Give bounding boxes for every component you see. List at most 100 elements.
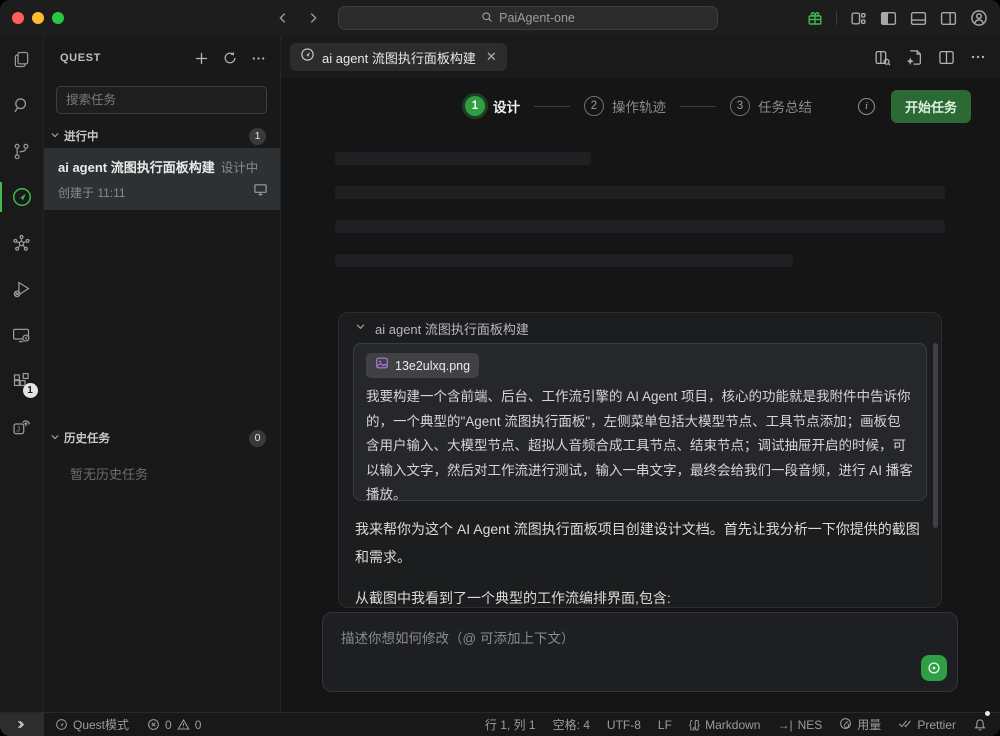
minimize-window-button[interactable] xyxy=(32,12,44,24)
remote-explorer-icon[interactable] xyxy=(0,312,44,358)
skeleton-bar xyxy=(335,220,945,233)
card-collapse-header[interactable]: ai agent 流图执行面板构建 xyxy=(339,313,941,343)
skeleton-bar xyxy=(335,152,591,165)
close-window-button[interactable] xyxy=(12,12,24,24)
zoom-window-button[interactable] xyxy=(52,12,64,24)
task-created-time: 创建于 11:11 xyxy=(58,184,253,201)
usage-status[interactable]: 用量 xyxy=(832,713,888,736)
split-editor-icon[interactable] xyxy=(938,49,955,66)
svg-text:J: J xyxy=(16,424,20,433)
chevron-down-icon xyxy=(355,319,366,337)
progress-steps: 1 设计 2 操作轨迹 3 任务总结 i 开始任务 xyxy=(465,78,971,134)
task-search-input[interactable] xyxy=(56,86,267,114)
sidebar-title: QUEST xyxy=(60,52,194,64)
notification-dot xyxy=(985,711,990,716)
chevron-down-icon xyxy=(50,429,60,447)
remote-indicator[interactable] xyxy=(0,713,44,736)
skeleton-bar xyxy=(335,186,945,199)
step-number: 2 xyxy=(584,96,604,116)
monitor-icon[interactable] xyxy=(253,182,268,202)
section-history[interactable]: 历史任务 0 xyxy=(44,426,280,450)
formatter-status[interactable]: Prettier xyxy=(891,713,963,736)
quest-panel-icon[interactable] xyxy=(0,174,44,220)
back-icon[interactable] xyxy=(276,11,290,25)
extensions-icon[interactable]: 1 xyxy=(0,358,44,404)
cloud-sync-icon[interactable]: J xyxy=(0,404,44,450)
section-label: 进行中 xyxy=(64,128,245,144)
task-title: ai agent 流图执行面板构建 xyxy=(58,157,215,176)
attachment-chip[interactable]: 13e2ulxq.png xyxy=(366,353,479,378)
more-actions-icon[interactable] xyxy=(970,49,986,65)
toggle-primary-sidebar-icon[interactable] xyxy=(880,10,897,27)
braces-icon: {ʆ} xyxy=(689,719,700,731)
step-label: 任务总结 xyxy=(758,96,812,116)
send-button[interactable] xyxy=(921,655,947,681)
indentation[interactable]: 空格: 4 xyxy=(546,713,597,736)
info-icon[interactable]: i xyxy=(858,98,875,115)
section-in-progress[interactable]: 进行中 1 xyxy=(44,124,280,148)
attachment-name: 13e2ulxq.png xyxy=(395,359,470,373)
chevron-down-icon xyxy=(50,127,60,145)
user-message-text: 我要构建一个含前端、后台、工作流引擎的 AI Agent 项目，核心的功能就是我… xyxy=(354,383,926,501)
section-count-badge: 0 xyxy=(249,430,266,447)
traffic-lights xyxy=(12,12,64,24)
account-icon[interactable] xyxy=(970,9,988,27)
status-bar: Quest模式 0 0 行 1, 列 1 空格: 4 UTF-8 LF {ʆ} … xyxy=(0,712,1000,736)
assistant-paragraph: 从截图中我看到了一个典型的工作流编排界面,包含: xyxy=(355,584,925,612)
step-label: 操作轨迹 xyxy=(612,96,666,116)
search-icon[interactable] xyxy=(0,82,44,128)
explorer-icon[interactable] xyxy=(0,36,44,82)
cursor-position[interactable]: 行 1, 列 1 xyxy=(478,713,543,736)
gauge-icon xyxy=(839,717,852,733)
gift-icon[interactable] xyxy=(807,10,823,26)
run-debug-icon[interactable] xyxy=(0,266,44,312)
titlebar: PaiAgent-one xyxy=(0,0,1000,36)
search-icon xyxy=(481,11,493,26)
step-summary[interactable]: 3 任务总结 xyxy=(730,96,812,116)
command-center-search[interactable]: PaiAgent-one xyxy=(338,6,718,30)
error-count: 0 xyxy=(165,718,172,732)
history-empty-text: 暂无历史任务 xyxy=(70,464,280,483)
composer-input[interactable] xyxy=(323,613,957,691)
workspace-title: PaiAgent-one xyxy=(499,11,575,25)
step-operations[interactable]: 2 操作轨迹 xyxy=(584,96,666,116)
card-scrollbar[interactable] xyxy=(933,343,938,528)
step-connector xyxy=(680,106,716,107)
quest-mode-status[interactable]: Quest模式 xyxy=(48,713,136,736)
start-task-button[interactable]: 开始任务 xyxy=(891,90,971,123)
quest-sidebar: QUEST 进行中 1 ai agent 流图执 xyxy=(44,36,281,712)
warning-count: 0 xyxy=(195,718,202,732)
tab-task[interactable]: ai agent 流图执行面板构建 ✕ xyxy=(290,43,507,71)
step-number: 3 xyxy=(730,96,750,116)
problems-status[interactable]: 0 0 xyxy=(140,713,208,736)
task-list-item[interactable]: ai agent 流图执行面板构建 设计中 创建于 11:11 xyxy=(44,148,280,210)
section-label: 历史任务 xyxy=(64,430,245,446)
card-title: ai agent 流图执行面板构建 xyxy=(375,319,529,338)
encoding[interactable]: UTF-8 xyxy=(600,713,648,736)
toggle-panel-icon[interactable] xyxy=(910,10,927,27)
ai-nodes-icon[interactable] xyxy=(0,220,44,266)
customize-layout-icon[interactable] xyxy=(850,10,867,27)
titlebar-divider xyxy=(836,11,837,25)
open-changes-icon[interactable] xyxy=(874,49,891,66)
image-icon xyxy=(375,356,389,375)
more-actions-icon[interactable] xyxy=(251,51,266,66)
refresh-icon[interactable] xyxy=(223,51,237,66)
nes-status[interactable]: →| NES xyxy=(770,713,829,736)
task-status-badge: 设计中 xyxy=(221,157,259,176)
source-control-icon[interactable] xyxy=(0,128,44,174)
tab-strip: ai agent 流图执行面板构建 ✕ xyxy=(281,36,1000,78)
activity-bar: 1 J xyxy=(0,36,44,712)
eol-sequence[interactable]: LF xyxy=(651,713,679,736)
step-design[interactable]: 1 设计 xyxy=(465,96,520,116)
user-message-card: 13e2ulxq.png 我要构建一个含前端、后台、工作流引擎的 AI Agen… xyxy=(353,343,927,501)
new-task-icon[interactable] xyxy=(194,51,209,66)
language-mode[interactable]: {ʆ} Markdown xyxy=(682,713,768,736)
open-preview-icon[interactable] xyxy=(906,49,923,66)
close-tab-icon[interactable]: ✕ xyxy=(486,49,497,65)
toggle-secondary-sidebar-icon[interactable] xyxy=(940,10,957,27)
step-label: 设计 xyxy=(493,96,520,116)
editor-area: ai agent 流图执行面板构建 ✕ xyxy=(281,36,1000,712)
forward-icon[interactable] xyxy=(306,11,320,25)
notifications-bell-icon[interactable] xyxy=(966,713,994,736)
